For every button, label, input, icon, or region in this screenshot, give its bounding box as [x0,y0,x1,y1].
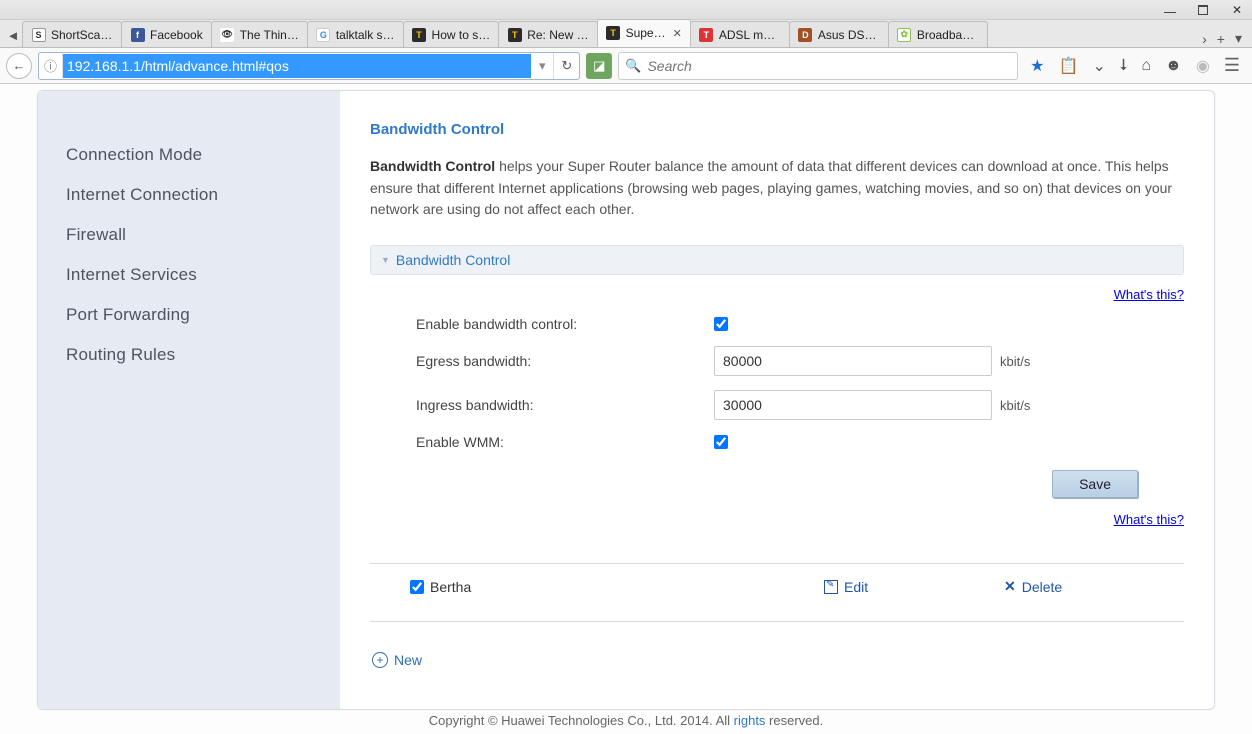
content: Bandwidth Control Bandwidth Control help… [340,91,1214,709]
clipboard-icon[interactable]: 📋 [1059,56,1079,76]
tab-label: Re: New … [527,28,588,42]
delete-label: Delete [1022,579,1062,595]
delete-icon: ✕ [1004,578,1016,595]
ingress-unit: kbit/s [1000,398,1030,413]
sidebar-item-routing-rules[interactable]: Routing Rules [66,335,340,375]
tab-super[interactable]: TSupe…✕ [597,19,691,47]
separator [370,563,1184,564]
collapse-icon: ▼ [381,255,390,265]
pocket-icon[interactable]: ⌄ [1092,56,1105,76]
sidebar: Connection Mode Internet Connection Fire… [38,91,340,709]
sidebar-item-internet-connection[interactable]: Internet Connection [66,175,340,215]
rule-row: Bertha Edit ✕ Delete [370,574,1184,599]
address-dropdown-icon[interactable]: ▾ [531,58,553,74]
search-input[interactable] [647,58,1011,74]
window-minimize-button[interactable] [1164,12,1176,13]
window-maximize-button[interactable] [1198,5,1208,15]
tab-label: Asus DSL… [818,28,880,42]
new-rule-button[interactable]: + New [370,632,1184,668]
home-icon[interactable]: ⌂ [1141,57,1151,75]
page-footer: Copyright © Huawei Technologies Co., Ltd… [0,709,1252,732]
tab-label: ShortScal… [51,28,113,42]
tab-howto[interactable]: THow to s… [403,21,500,47]
enable-bandwidth-label: Enable bandwidth control: [370,316,714,332]
egress-unit: kbit/s [1000,354,1030,369]
window-titlebar: ✕ [0,0,1252,20]
sidebar-item-port-forwarding[interactable]: Port Forwarding [66,295,340,335]
address-input[interactable] [63,54,531,78]
page-viewport[interactable]: Connection Mode Internet Connection Fire… [0,84,1252,734]
tab-label: Facebook [150,28,203,42]
tab-renew[interactable]: TRe: New … [498,21,597,47]
enable-bandwidth-checkbox[interactable] [714,317,728,331]
ingress-input[interactable] [714,390,992,420]
whats-this-link-2[interactable]: What's this? [1114,512,1184,527]
back-button[interactable]: ← [6,53,32,79]
save-button[interactable]: Save [1052,470,1138,498]
section-header-bandwidth[interactable]: ▼ Bandwidth Control [370,245,1184,275]
plus-icon: + [372,652,388,668]
search-bar[interactable]: 🔍 [618,52,1018,80]
wmm-label: Enable WMM: [370,434,714,450]
rule-delete-button[interactable]: ✕ Delete [1004,578,1184,595]
ingress-label: Ingress bandwidth: [370,397,714,413]
sidebar-item-connection-mode[interactable]: Connection Mode [66,135,340,175]
edit-label: Edit [844,579,868,595]
egress-input[interactable] [714,346,992,376]
tab-label: How to s… [432,28,491,42]
reload-button[interactable]: ↻ [553,53,579,79]
sidebar-item-internet-services[interactable]: Internet Services [66,255,340,295]
page-description: Bandwidth Control helps your Super Route… [370,156,1184,221]
window-close-button[interactable]: ✕ [1230,3,1244,17]
edit-icon [824,580,838,594]
site-info-icon[interactable]: ⓘ [39,53,63,79]
tab-strip: ◄ SShortScal… fFacebook 👁The Thin… Gtalk… [0,20,1252,48]
address-bar[interactable]: ⓘ ▾ ↻ [38,52,580,80]
separator [370,621,1184,622]
footer-rights-link[interactable]: rights [734,713,766,728]
tab-close-icon[interactable]: ✕ [673,27,682,40]
browser-toolbar: ← ⓘ ▾ ↻ ◪ 🔍 ★ 📋 ⌄ ⭣ ⌂ ☻ ◉ ☰ [0,48,1252,84]
tab-talktalk[interactable]: Gtalktalk s… [307,21,404,47]
tab-thethin[interactable]: 👁The Thin… [211,21,308,47]
egress-label: Egress bandwidth: [370,353,714,369]
wmm-checkbox[interactable] [714,435,728,449]
tab-label: Broadban… [917,28,979,42]
rule-checkbox[interactable] [410,580,424,594]
tab-shortscal[interactable]: SShortScal… [22,21,122,47]
new-label: New [394,652,422,668]
menu-icon[interactable]: ☰ [1224,55,1240,76]
whats-this-link[interactable]: What's this? [1114,287,1184,302]
tab-adsl[interactable]: TADSL mo… [690,21,790,47]
sync-icon[interactable]: ◉ [1196,56,1210,76]
pocket-badge-icon[interactable]: ◪ [586,53,612,79]
tab-facebook[interactable]: fFacebook [121,21,212,47]
sidebar-item-firewall[interactable]: Firewall [66,215,340,255]
desc-bold: Bandwidth Control [370,158,495,174]
tab-label: talktalk s… [336,28,395,42]
tab-label: The Thin… [240,28,299,42]
tab-asusdsl[interactable]: DAsus DSL… [789,21,889,47]
search-icon: 🔍 [625,58,641,74]
footer-text-2: reserved. [765,713,823,728]
tab-label: ADSL mo… [719,28,781,42]
footer-text: Copyright © Huawei Technologies Co., Ltd… [429,713,734,728]
tab-scroll-right-icon[interactable]: › [1202,31,1207,47]
tab-broadband[interactable]: ✿Broadban… [888,21,988,47]
section-title: Bandwidth Control [396,252,510,268]
rule-name: Bertha [430,579,471,595]
page-title: Bandwidth Control [370,121,1184,138]
tab-history-button[interactable]: ◄ [4,23,22,47]
router-page: Connection Mode Internet Connection Fire… [37,90,1215,710]
downloads-icon[interactable]: ⭣ [1120,57,1128,75]
chat-icon[interactable]: ☻ [1165,57,1182,75]
rule-edit-button[interactable]: Edit [824,579,1004,595]
bookmark-star-icon[interactable]: ★ [1030,56,1044,76]
tab-menu-button[interactable]: ▾ [1235,30,1242,47]
new-tab-button[interactable]: + [1217,31,1225,47]
tab-label: Supe… [626,26,666,40]
